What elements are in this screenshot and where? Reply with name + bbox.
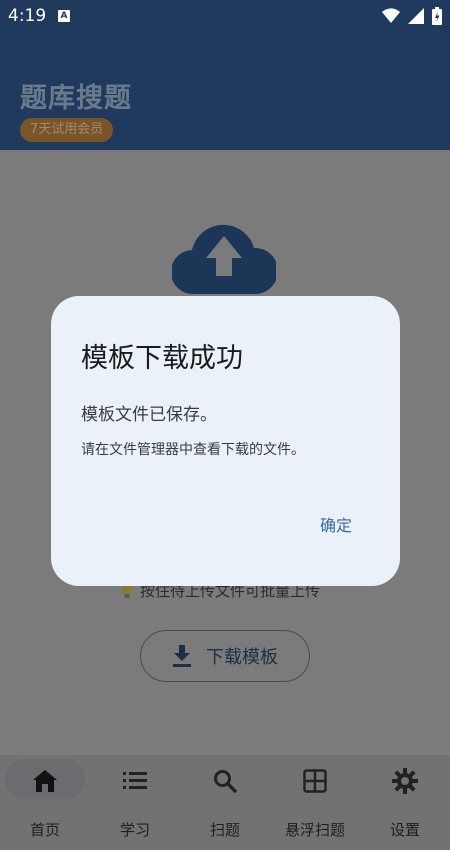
cell-signal-icon (408, 8, 424, 24)
download-template-button[interactable]: 下载模板 (140, 630, 310, 682)
dialog-message-hint: 请在文件管理器中查看下载的文件。 (81, 442, 305, 458)
search-icon (213, 767, 237, 795)
trial-member-badge[interactable]: 7天试用会员 (20, 118, 114, 142)
download-template-label: 下载模板 (206, 647, 278, 668)
nav-item-scan[interactable]: 扫题 (180, 755, 270, 850)
nav-item-settings[interactable]: 设置 (360, 755, 450, 850)
wifi-icon (382, 8, 400, 23)
list-icon (123, 767, 147, 795)
dialog-title: 模板下载成功 (81, 343, 243, 374)
home-icon (33, 767, 57, 795)
nav-label-settings: 设置 (389, 821, 420, 839)
bottom-navigation: 首页 学习 扫题 悬浮扫题 设置 (0, 755, 450, 850)
system-icons (382, 7, 442, 25)
download-success-dialog: 模板下载成功 模板文件已保存。 请在文件管理器中查看下载的文件。 确定 (51, 296, 400, 586)
nav-label-scan: 扫题 (209, 821, 240, 839)
status-time: 4:19 (8, 6, 47, 26)
nav-item-study[interactable]: 学习 (90, 755, 180, 850)
confirm-button[interactable]: 确定 (320, 512, 352, 536)
upload-cloud-icon[interactable] (172, 222, 276, 294)
gear-icon (392, 767, 418, 795)
dialog-message-saved: 模板文件已保存。 (81, 405, 217, 425)
grid-icon (303, 767, 327, 795)
nav-item-float-scan[interactable]: 悬浮扫题 (270, 755, 360, 850)
notification-a-icon: A (58, 10, 70, 22)
battery-icon (432, 7, 442, 25)
download-icon (173, 645, 191, 667)
nav-label-study: 学习 (119, 821, 150, 839)
status-bar: 4:19 A (0, 0, 450, 34)
nav-label-home: 首页 (29, 821, 60, 839)
nav-item-home[interactable]: 首页 (0, 755, 90, 850)
page-title: 题库搜题 (20, 83, 132, 114)
nav-label-float-scan: 悬浮扫题 (284, 821, 345, 839)
